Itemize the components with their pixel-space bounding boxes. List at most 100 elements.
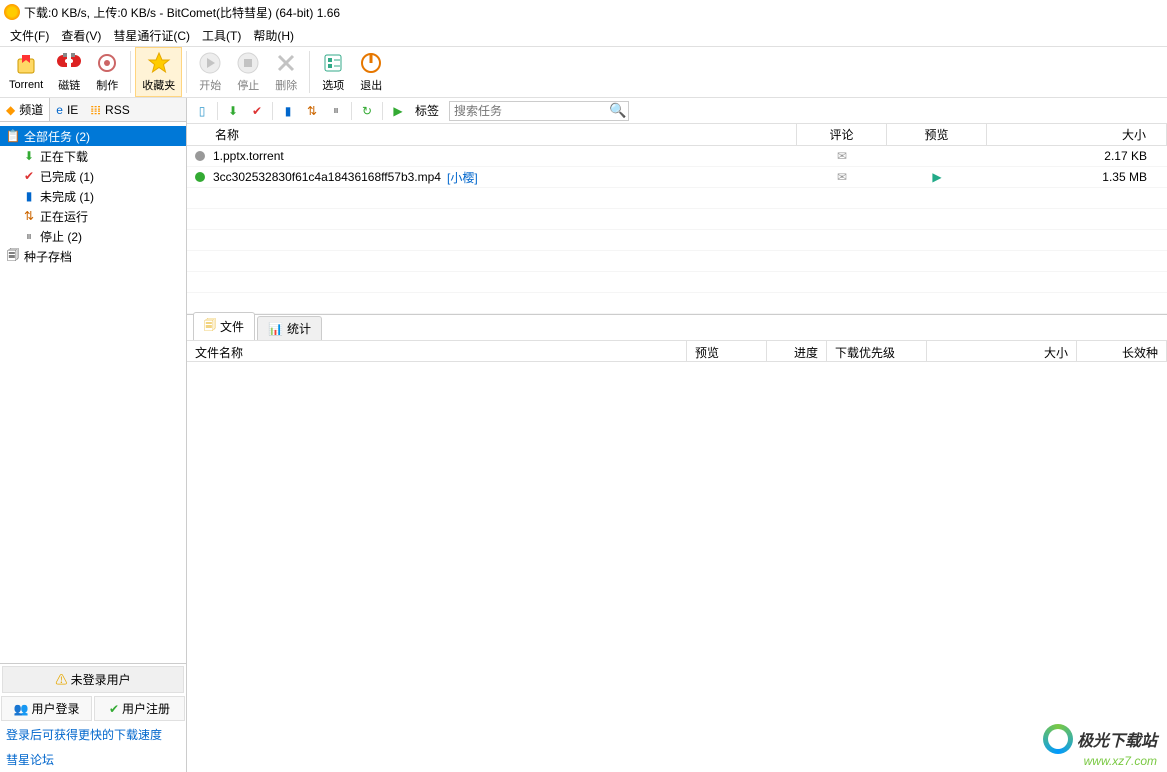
task-name: 3cc302532830f61c4a18436168ff57b3.mp4 (213, 170, 441, 184)
login-button[interactable]: 👥 用户登录 (1, 696, 92, 721)
col-preview[interactable]: 预览 (887, 124, 987, 145)
task-list: 1.pptx.torrent ✉ 2.17 KB 3cc302532830f61… (187, 146, 1167, 314)
sidebar-tabs: ◆ 频道 e IE 𝍖 RSS (0, 98, 186, 122)
refresh-icon: ↻ (362, 104, 372, 118)
watermark-text: 极光下载站 (1077, 727, 1157, 751)
task-preview[interactable]: ▶ (887, 170, 987, 184)
dcol-priority[interactable]: 下载优先级 (827, 341, 927, 361)
check-circle-icon: ✔ (109, 702, 119, 716)
mail-icon: ✉ (837, 170, 847, 184)
torrent-button[interactable]: Torrent (2, 47, 50, 97)
search-input[interactable] (454, 104, 609, 118)
main-panel: ▯ ⬇ ✔ ▮ ⇅ ⏸ ↻ ▶ 标签 🔍 名称 评论 (187, 98, 1167, 772)
exit-button[interactable]: 退出 (352, 47, 390, 97)
task-row[interactable]: 3cc302532830f61c4a18436168ff57b3.mp4 [小樱… (187, 167, 1167, 188)
check-icon: ✔ (252, 104, 262, 118)
check-task-button[interactable]: ✔ (246, 100, 268, 122)
refresh-button[interactable]: ↻ (356, 100, 378, 122)
pause-icon: ⏸ (333, 103, 339, 118)
empty-row (187, 251, 1167, 272)
start-button[interactable]: 开始 (191, 47, 229, 97)
task-tree: 📋 全部任务 (2) ⬇ 正在下载 ✔ 已完成 (1) ▮ 未完成 (1) ⇅ (0, 122, 186, 663)
tree-completed[interactable]: ✔ 已完成 (1) (0, 166, 186, 186)
archive-icon: 🗐 (6, 246, 20, 267)
tree-stopped[interactable]: ⏸ 停止 (2) (0, 226, 186, 246)
empty-row (187, 272, 1167, 293)
options-button[interactable]: 选项 (314, 47, 352, 97)
forum-link[interactable]: 彗星论坛 (0, 747, 186, 772)
updown-icon: ⇅ (307, 104, 317, 118)
tree-archive[interactable]: 🗐 种子存档 (0, 246, 186, 266)
delete-icon (274, 51, 298, 75)
detail-header: 文件名称 预览 进度 下载优先级 大小 长效种 (187, 340, 1167, 362)
user-icon: 👥 (14, 702, 29, 716)
torrent-icon (14, 53, 38, 77)
play-icon: ▶ (932, 170, 941, 184)
task-comment[interactable]: ✉ (797, 149, 887, 163)
task-comment[interactable]: ✉ (797, 170, 887, 184)
pause-icon: ⏸ (22, 229, 36, 244)
make-button[interactable]: 制作 (88, 47, 126, 97)
col-size[interactable]: 大小 (987, 124, 1167, 145)
new-task-button[interactable]: ▯ (191, 100, 213, 122)
dcol-preview[interactable]: 预览 (687, 341, 767, 361)
menu-tools[interactable]: 工具(T) (196, 25, 247, 46)
files-icon: 🗐 (204, 316, 216, 337)
star-icon (147, 51, 171, 75)
detail-tab-files[interactable]: 🗐 文件 (193, 312, 255, 340)
stop-button[interactable]: 停止 (229, 47, 267, 97)
search-icon[interactable]: 🔍 (609, 102, 626, 119)
task-tag-link[interactable]: [小樱] (447, 169, 478, 186)
delete-button[interactable]: 删除 (267, 47, 305, 97)
detail-body (187, 362, 1167, 772)
task-name: 1.pptx.torrent (213, 149, 284, 163)
dcol-size[interactable]: 大小 (927, 341, 1077, 361)
updown-button[interactable]: ⇅ (301, 100, 323, 122)
folder-icon: 📋 (6, 129, 20, 143)
login-note[interactable]: 登录后可获得更快的下载速度 (0, 722, 186, 747)
dcol-progress[interactable]: 进度 (767, 341, 827, 361)
dcol-name[interactable]: 文件名称 (187, 341, 687, 361)
main-toolbar: Torrent 磁链 制作 收藏夹 开始 (0, 46, 1167, 98)
menu-help[interactable]: 帮助(H) (247, 25, 300, 46)
menu-passport[interactable]: 彗星通行证(C) (107, 25, 196, 46)
running-icon: ⇅ (22, 209, 36, 223)
status-dot-green (195, 172, 205, 182)
flag-icon: ▮ (285, 104, 292, 118)
col-comment[interactable]: 评论 (797, 124, 887, 145)
app-icon (4, 4, 20, 20)
empty-row (187, 188, 1167, 209)
tree-incomplete[interactable]: ▮ 未完成 (1) (0, 186, 186, 206)
col-name[interactable]: 名称 (187, 124, 797, 145)
tree-running[interactable]: ⇅ 正在运行 (0, 206, 186, 226)
search-box: 🔍 (449, 101, 629, 121)
tree-all-tasks[interactable]: 📋 全部任务 (2) (0, 126, 186, 146)
favorites-button[interactable]: 收藏夹 (135, 47, 182, 97)
make-icon (95, 51, 119, 75)
flag-icon: ▮ (22, 189, 36, 203)
exit-icon (359, 51, 383, 75)
task-row[interactable]: 1.pptx.torrent ✉ 2.17 KB (187, 146, 1167, 167)
rss-icon: 𝍖 (90, 103, 101, 117)
pause-task-button[interactable]: ⏸ (325, 100, 347, 122)
menu-view[interactable]: 查看(V) (55, 25, 107, 46)
stop-icon (236, 51, 260, 75)
register-button[interactable]: ✔ 用户注册 (94, 696, 185, 721)
menu-bar: 文件(F) 查看(V) 彗星通行证(C) 工具(T) 帮助(H) (0, 24, 1167, 46)
tags-button[interactable]: ▶ (387, 100, 409, 122)
detail-tab-stats[interactable]: 📊 统计 (257, 316, 322, 340)
login-panel: ⚠ 未登录用户 👥 用户登录 ✔ 用户注册 登录后可获得更快的下载速度 彗星论坛 (0, 663, 186, 772)
sidebar-tab-rss[interactable]: 𝍖 RSS (84, 98, 135, 121)
flag-task-button[interactable]: ▮ (277, 100, 299, 122)
menu-file[interactable]: 文件(F) (4, 25, 55, 46)
login-status: ⚠ 未登录用户 (2, 666, 184, 693)
tree-downloading[interactable]: ⬇ 正在下载 (0, 146, 186, 166)
task-size: 2.17 KB (987, 149, 1167, 163)
start-task-button[interactable]: ⬇ (222, 100, 244, 122)
sidebar-tab-ie[interactable]: e IE (50, 98, 84, 121)
magnet-button[interactable]: 磁链 (50, 47, 88, 97)
status-dot-gray (195, 151, 205, 161)
dcol-ext[interactable]: 长效种 (1077, 341, 1167, 361)
sidebar-tab-channel[interactable]: ◆ 频道 (0, 98, 50, 121)
watermark: 极光下载站 www.xz7.com (1043, 724, 1157, 768)
